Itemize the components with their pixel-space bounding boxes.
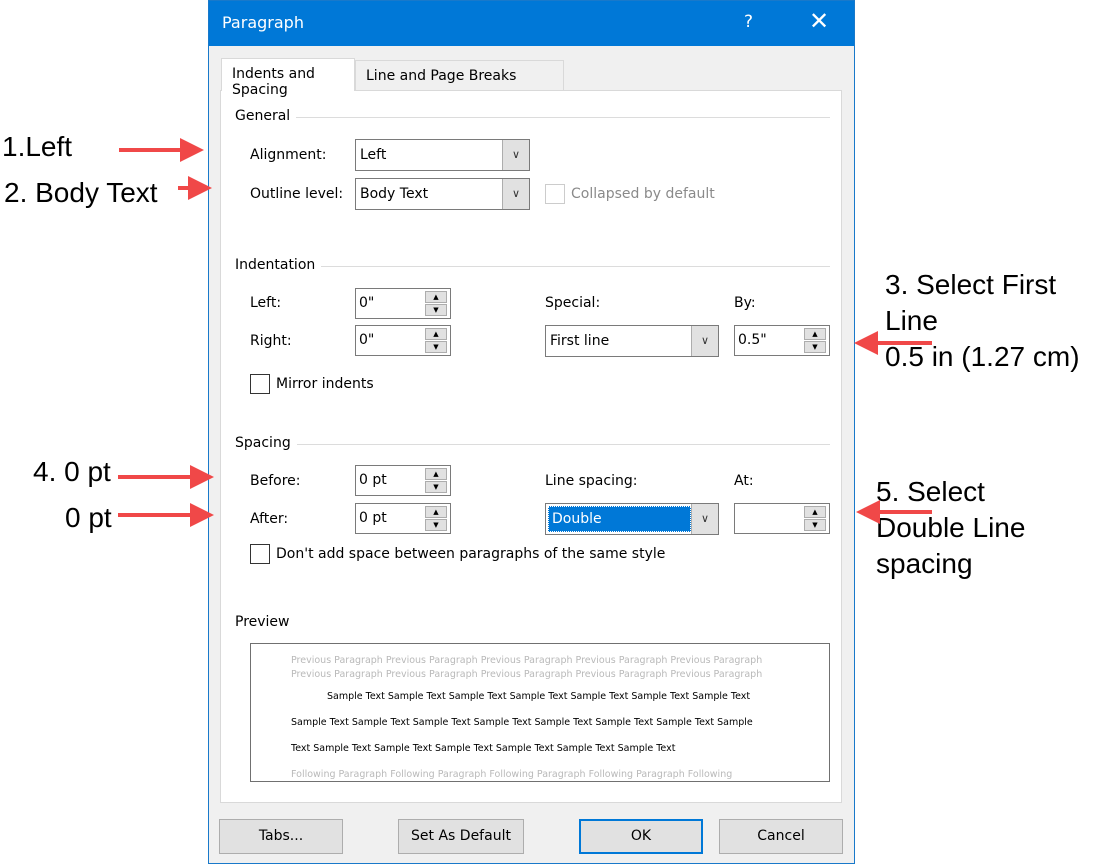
annotation-arrows	[118, 138, 932, 527]
tab-indents-and-spacing[interactable]: Indents and Spacing	[221, 58, 355, 98]
